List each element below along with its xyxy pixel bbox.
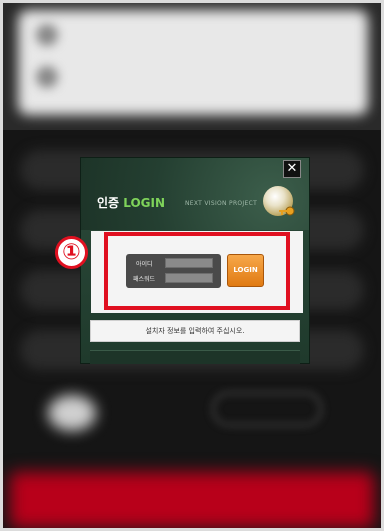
notice-text: 설치자 정보를 입력하여 주십시오. <box>90 320 300 342</box>
dialog-footer <box>90 350 300 364</box>
dialog-header: ✕ 인증 LOGIN NEXT VISION PROJECT <box>81 158 309 230</box>
background-card <box>18 10 368 115</box>
step-number-badge: ① <box>55 236 88 269</box>
password-label: 패스워드 <box>133 276 156 283</box>
background-circle <box>48 395 96 431</box>
id-label: 아이디 <box>136 261 153 268</box>
background-dot <box>36 66 58 88</box>
background-pill <box>212 392 322 426</box>
title-prefix: 인증 <box>97 196 124 210</box>
password-input[interactable] <box>165 273 213 283</box>
key-icon <box>279 206 295 216</box>
close-button[interactable]: ✕ <box>283 160 301 178</box>
id-input[interactable] <box>165 258 213 268</box>
dialog-title: 인증 LOGIN <box>97 194 165 211</box>
background-bottom-button <box>10 472 374 528</box>
title-accent: LOGIN <box>123 196 166 210</box>
project-label: NEXT VISION PROJECT <box>185 200 258 207</box>
background-dot <box>36 24 58 46</box>
login-button[interactable]: LOGIN <box>227 254 264 287</box>
